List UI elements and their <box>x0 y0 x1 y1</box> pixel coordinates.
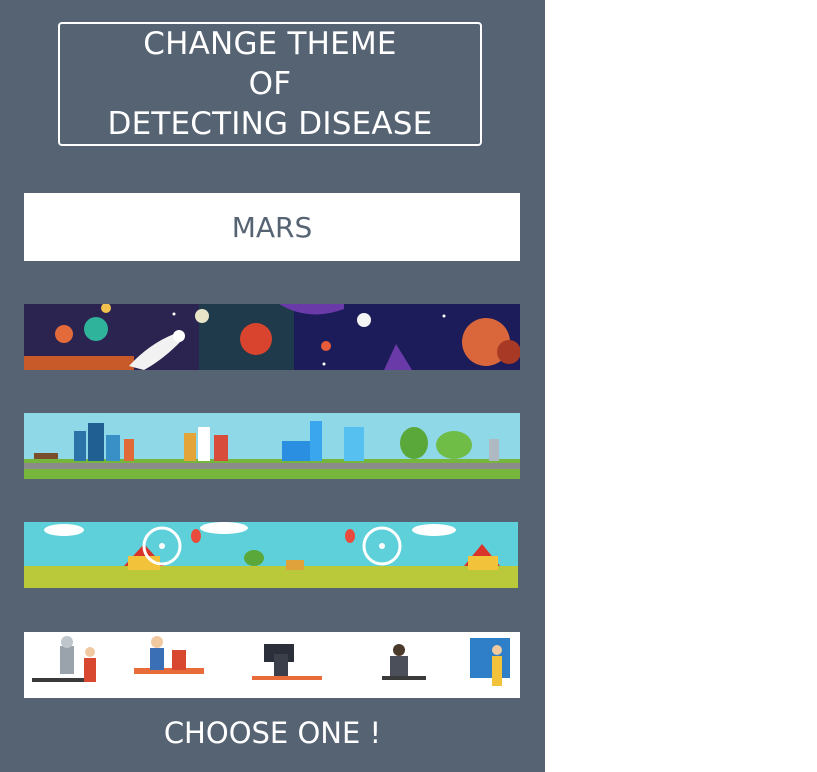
theme-option-space[interactable] <box>24 304 520 370</box>
theme-option-amusement-park[interactable] <box>24 522 518 588</box>
choose-prompt: CHOOSE ONE ! <box>163 716 382 750</box>
theme-option-city[interactable] <box>24 413 520 479</box>
selected-theme-label[interactable]: MARS <box>24 193 520 261</box>
office-banner-icon <box>24 632 520 698</box>
theme-panel: CHANGE THEME OF DETECTING DISEASE MARS C… <box>0 0 545 772</box>
theme-option-office[interactable] <box>24 632 520 698</box>
page-title-box: CHANGE THEME OF DETECTING DISEASE <box>58 22 482 146</box>
title-line-2: OF <box>248 66 292 102</box>
title-line-3: DETECTING DISEASE <box>107 106 433 142</box>
park-banner-icon <box>24 522 518 588</box>
space-banner-icon <box>24 304 520 370</box>
title-line-1: CHANGE THEME <box>143 26 397 62</box>
city-banner-icon <box>24 413 520 479</box>
